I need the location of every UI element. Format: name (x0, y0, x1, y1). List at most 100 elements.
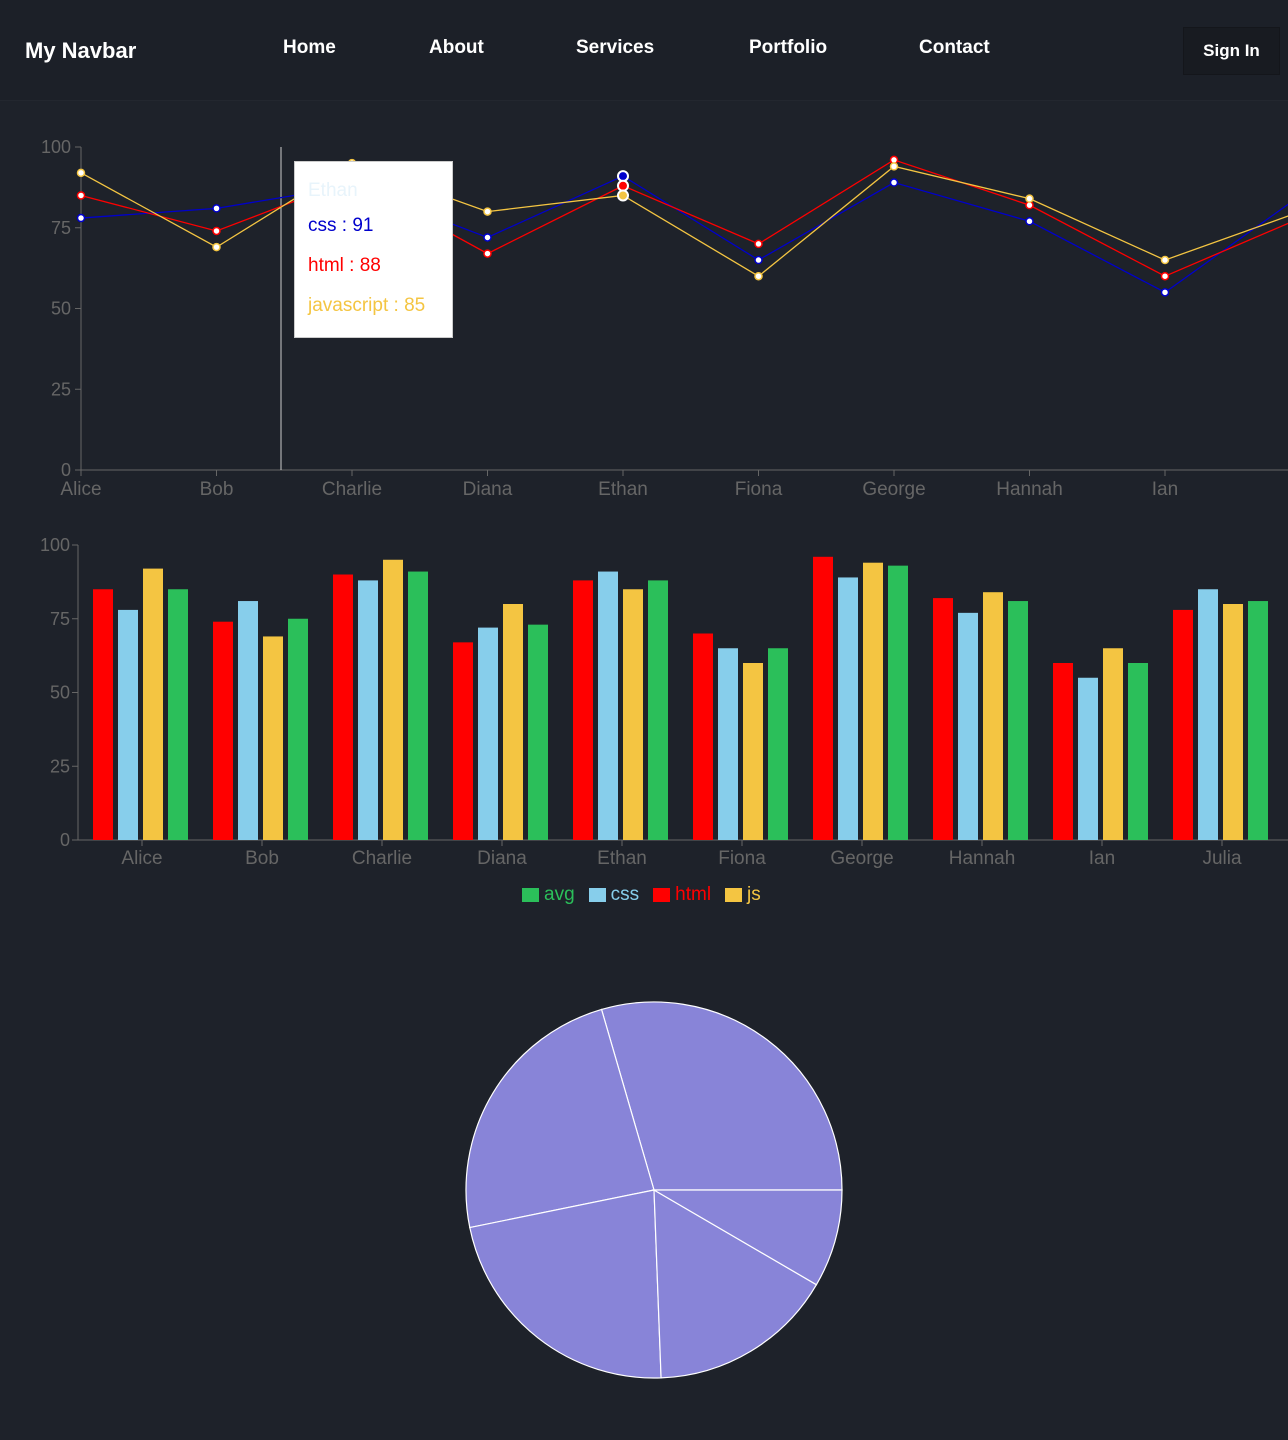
bar-css-fiona[interactable] (718, 648, 738, 840)
bar-js-alice[interactable] (143, 568, 163, 840)
bar-js-george[interactable] (863, 562, 883, 840)
line-chart-x-tick-label: Fiona (735, 479, 783, 500)
legend-item-css[interactable]: css (588, 884, 640, 906)
bar-chart-y-tick-label: 50 (50, 683, 70, 703)
bar-css-ian[interactable] (1078, 677, 1098, 840)
line-point-html-ian[interactable] (1160, 271, 1170, 281)
bar-js-julia[interactable] (1223, 604, 1243, 840)
legend-swatch-html (653, 888, 671, 902)
legend-label-css: css (610, 884, 640, 905)
line-point-css-hannah[interactable] (1025, 217, 1034, 226)
legend-item-avg[interactable]: avg (522, 884, 575, 906)
line-point-css-alice[interactable] (76, 213, 86, 223)
line-chart-y-tick-label: 0 (61, 460, 71, 480)
line-point-css-bob[interactable] (212, 204, 221, 213)
legend-item-js[interactable]: js (725, 884, 761, 906)
nav-link-home[interactable]: Home (283, 37, 336, 59)
bar-chart-x-tick-label: Charlie (352, 848, 412, 869)
line-series-html (80, 159, 1288, 277)
line-point-html-diana[interactable] (483, 249, 492, 258)
bar-chart[interactable]: 0 25 50 75 100 Alice Bob Charlie Diana Ethan Fiona… (0, 530, 1288, 875)
bar-avg-george[interactable] (888, 565, 908, 840)
nav-link-services[interactable]: Services (576, 37, 654, 59)
bar-avg-diana[interactable] (528, 624, 548, 840)
bar-html-fiona[interactable] (693, 633, 713, 841)
bar-avg-julia[interactable] (1248, 601, 1268, 840)
bar-html-ethan[interactable] (573, 580, 593, 840)
line-point-html-bob[interactable] (212, 226, 221, 236)
line-chart-x-tick-label: Alice (60, 479, 101, 500)
line-point-javascript-diana[interactable] (483, 207, 492, 216)
bar-avg-bob[interactable] (288, 618, 308, 840)
bar-html-george[interactable] (813, 556, 833, 840)
bar-css-diana[interactable] (478, 627, 498, 840)
bar-chart-x-tick-label: Hannah (949, 848, 1016, 869)
line-point-javascript-ethan[interactable] (617, 189, 629, 202)
legend-swatch-avg (522, 888, 539, 902)
line-point-javascript-fiona[interactable] (754, 271, 763, 281)
line-point-css-ethan[interactable] (617, 170, 629, 183)
bar-js-charlie[interactable] (383, 559, 403, 840)
bar-js-ian[interactable] (1103, 648, 1123, 840)
bar-html-charlie[interactable] (333, 574, 353, 841)
bar-js-hannah[interactable] (983, 592, 1003, 840)
legend-label-js: js (747, 884, 761, 905)
bar-js-fiona[interactable] (743, 663, 763, 840)
pie-chart[interactable] (440, 980, 870, 1400)
line-point-html-fiona[interactable] (754, 239, 763, 249)
line-point-javascript-alice[interactable] (76, 168, 86, 178)
bar-html-alice[interactable] (93, 589, 113, 840)
bar-avg-charlie[interactable] (408, 571, 428, 840)
bar-css-george[interactable] (838, 577, 858, 840)
line-point-css-george[interactable] (889, 178, 899, 187)
legend-item-html[interactable]: html (653, 884, 711, 906)
line-point-css-ian[interactable] (1160, 288, 1170, 297)
bar-avg-fiona[interactable] (768, 648, 788, 840)
bar-js-ethan[interactable] (623, 589, 643, 840)
bar-avg-hannah[interactable] (1008, 601, 1028, 840)
line-point-javascript-bob[interactable] (212, 242, 221, 252)
bar-css-ethan[interactable] (598, 571, 618, 840)
line-point-javascript-hannah[interactable] (1025, 194, 1034, 203)
line-chart-x-tick-label: George (862, 479, 925, 500)
bar-css-bob[interactable] (238, 601, 258, 840)
bar-html-bob[interactable] (213, 621, 233, 840)
line-point-css-diana[interactable] (483, 233, 492, 242)
line-point-javascript-ian[interactable] (1160, 255, 1170, 265)
nav-link-contact[interactable]: Contact (919, 37, 990, 59)
line-point-html-alice[interactable] (76, 191, 86, 200)
line-chart-x-tick-label: Charlie (322, 479, 382, 500)
bar-html-diana[interactable] (453, 642, 473, 840)
nav-link-portfolio[interactable]: Portfolio (749, 37, 827, 59)
bar-html-julia[interactable] (1173, 609, 1193, 840)
line-chart-x-tick-label: Bob (200, 479, 234, 500)
legend-label-avg: avg (544, 884, 575, 905)
tooltip-css-value: css : 91 (308, 215, 374, 236)
bar-js-diana[interactable] (503, 604, 523, 840)
line-chart[interactable]: 0 25 50 75 100 Alice Bob Charlie Diana Ethan Fiona… (0, 130, 1288, 510)
nav-link-about[interactable]: About (429, 37, 484, 59)
bar-avg-ethan[interactable] (648, 580, 668, 840)
bar-html-hannah[interactable] (933, 598, 953, 840)
bar-html-ian[interactable] (1053, 663, 1073, 840)
legend-swatch-js (725, 888, 743, 902)
line-point-html-ethan[interactable] (617, 179, 629, 192)
line-point-css-fiona[interactable] (754, 255, 763, 265)
sign-in-button[interactable]: Sign In (1183, 27, 1280, 75)
line-series-javascript (80, 162, 1288, 277)
line-point-javascript-george[interactable] (889, 162, 899, 171)
bar-chart-y-tick-label: 100 (40, 535, 70, 555)
bar-chart-x-tick-label: Fiona (718, 848, 766, 869)
bar-js-bob[interactable] (263, 636, 283, 840)
brand-logo[interactable]: My Navbar (25, 38, 136, 64)
bar-css-charlie[interactable] (358, 580, 378, 840)
bar-avg-alice[interactable] (168, 589, 188, 840)
bar-css-julia[interactable] (1198, 589, 1218, 840)
bar-chart-x-tick-label: Alice (121, 848, 162, 869)
line-chart-x-tick-label: Diana (463, 479, 513, 500)
bar-avg-ian[interactable] (1128, 663, 1148, 840)
bar-chart-y-tick-label: 0 (60, 830, 70, 850)
line-chart-y-tick-label: 100 (41, 137, 71, 157)
bar-css-alice[interactable] (118, 609, 138, 840)
bar-css-hannah[interactable] (958, 612, 978, 840)
